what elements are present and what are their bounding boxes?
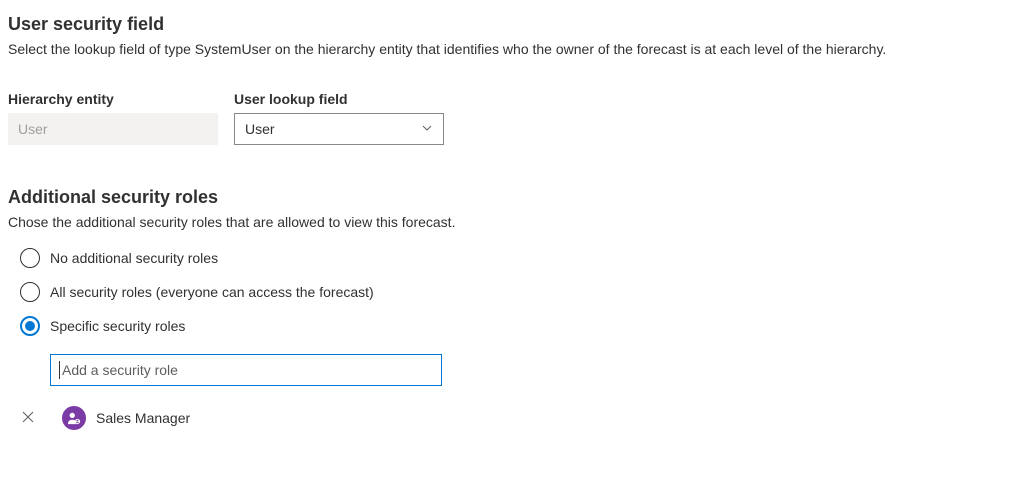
radio-icon	[20, 248, 40, 268]
user-lookup-group: User lookup field User	[234, 91, 444, 145]
user-lookup-select[interactable]: User	[234, 113, 444, 145]
hierarchy-entity-group: Hierarchy entity User	[8, 91, 218, 145]
radio-icon	[20, 282, 40, 302]
radio-specific-roles-label: Specific security roles	[50, 318, 185, 334]
radio-all-roles[interactable]: All security roles (everyone can access …	[20, 282, 1016, 302]
hierarchy-entity-label: Hierarchy entity	[8, 91, 218, 107]
radio-all-roles-label: All security roles (everyone can access …	[50, 284, 374, 300]
role-chip[interactable]: Sales Manager	[62, 406, 190, 430]
remove-role-button[interactable]	[20, 410, 36, 427]
radio-icon-selected	[20, 316, 40, 336]
user-lookup-value: User	[245, 121, 275, 137]
radio-specific-roles[interactable]: Specific security roles	[20, 316, 1016, 336]
radio-no-roles[interactable]: No additional security roles	[20, 248, 1016, 268]
hierarchy-entity-input: User	[8, 113, 218, 145]
role-name-label: Sales Manager	[96, 410, 190, 426]
add-role-placeholder: Add a security role	[62, 362, 178, 378]
fields-row: Hierarchy entity User User lookup field …	[8, 91, 1016, 145]
user-security-desc: Select the lookup field of type SystemUs…	[8, 41, 1016, 57]
chevron-down-icon	[421, 122, 433, 137]
user-security-title: User security field	[8, 14, 1016, 35]
add-security-role-input[interactable]: Add a security role	[50, 354, 442, 386]
close-icon	[22, 411, 34, 423]
radio-no-roles-label: No additional security roles	[50, 250, 218, 266]
text-cursor-icon	[59, 361, 60, 379]
hierarchy-entity-value: User	[18, 121, 48, 137]
additional-roles-title: Additional security roles	[8, 187, 1016, 208]
additional-roles-desc: Chose the additional security roles that…	[8, 214, 1016, 230]
roles-radio-group: No additional security roles All securit…	[20, 248, 1016, 336]
radio-dot-icon	[25, 321, 35, 331]
role-avatar-icon	[62, 406, 86, 430]
user-lookup-label: User lookup field	[234, 91, 444, 107]
role-item: Sales Manager	[20, 406, 1016, 430]
